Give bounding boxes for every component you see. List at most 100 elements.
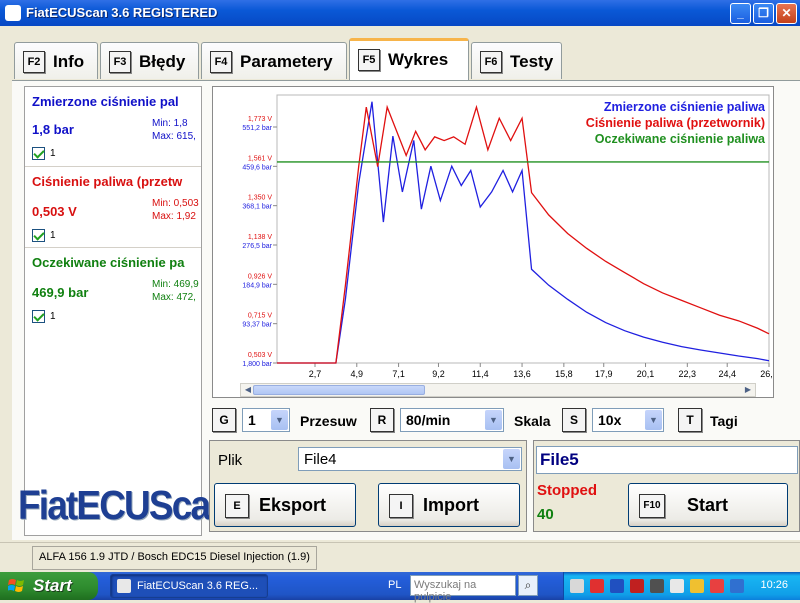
signal-check-label: 1 bbox=[50, 230, 56, 241]
y-tick-label-volts: 1,138 V bbox=[248, 234, 272, 241]
y-tick-label-bar: 93,37 bar bbox=[242, 322, 272, 329]
tray-app-icon[interactable] bbox=[610, 579, 624, 593]
r-select-value: 80/min bbox=[406, 412, 451, 428]
y-tick-label-bar: 551,2 bar bbox=[242, 125, 272, 132]
tab-testy[interactable]: F6 Testy bbox=[471, 42, 562, 79]
signal-check-label: 1 bbox=[50, 148, 56, 159]
signal-checkbox[interactable] bbox=[32, 147, 45, 160]
app-icon bbox=[5, 5, 21, 21]
taskbar-app-label: FiatECUScan 3.6 REG... bbox=[137, 580, 259, 592]
signal-min: Min: 0,503 bbox=[152, 198, 199, 209]
tray-app-icon[interactable] bbox=[710, 579, 724, 593]
x-tick-label: 22,3 bbox=[679, 369, 697, 379]
import-button[interactable]: I Import bbox=[378, 483, 520, 527]
signal-panel: Zmierzone ciśnienie pal 1,8 bar Min: 1,8… bbox=[24, 86, 202, 536]
taskbar-app-button[interactable]: FiatECUScan 3.6 REG... bbox=[110, 574, 268, 598]
r-select[interactable]: 80/min ▼ bbox=[400, 408, 504, 432]
legend-entry: Ciśnienie paliwa (przetwornik) bbox=[585, 116, 765, 130]
signal-item[interactable]: Zmierzone ciśnienie pal 1,8 bar Min: 1,8… bbox=[25, 87, 201, 167]
language-indicator[interactable]: PL bbox=[388, 579, 401, 591]
s-select[interactable]: 10x ▼ bbox=[592, 408, 664, 432]
tray-app-icon[interactable] bbox=[670, 579, 684, 593]
g-key-button[interactable]: G bbox=[212, 408, 236, 432]
chart-controls: G 1 ▼ Przesuw R 80/min ▼ Skala S 10x ▼ T Ta… bbox=[212, 406, 774, 434]
file-panel: Plik File4 ▼ E Eksport I Import bbox=[209, 440, 527, 532]
start-label: Start bbox=[687, 495, 729, 515]
maximize-button[interactable]: ❐ bbox=[753, 3, 774, 24]
signal-item[interactable]: Oczekiwane ciśnienie pa 469,9 bar Min: 4… bbox=[25, 248, 201, 329]
tray-app-icon[interactable] bbox=[690, 579, 704, 593]
vehicle-status: ALFA 156 1.9 JTD / Bosch EDC15 Diesel In… bbox=[32, 546, 317, 570]
f5-key-icon: F5 bbox=[358, 49, 380, 71]
g-select[interactable]: 1 ▼ bbox=[242, 408, 290, 432]
signal-name: Ciśnienie paliwa (przetw bbox=[32, 174, 183, 189]
signal-max: Max: 615, bbox=[152, 131, 196, 142]
close-button[interactable]: ✕ bbox=[776, 3, 797, 24]
r-key-button[interactable]: R bbox=[370, 408, 394, 432]
chart-panel: 1,773 V 551,2 bar 1,561 V 459,6 bar 1,350 V 3… bbox=[212, 86, 774, 398]
plik-select-value: File4 bbox=[304, 451, 337, 468]
tray-app-icon[interactable] bbox=[630, 579, 644, 593]
run-filename: File5 bbox=[536, 446, 798, 474]
tab-wykres[interactable]: F5 Wykres bbox=[349, 38, 469, 80]
windows-flag-icon bbox=[8, 579, 24, 592]
y-tick-label-volts: 1,561 V bbox=[248, 155, 272, 162]
chart-scrollbar[interactable]: ◀ ▶ bbox=[240, 383, 756, 397]
chevron-down-icon: ▼ bbox=[645, 410, 662, 430]
tab-bledy[interactable]: F3 Błędy bbox=[100, 42, 199, 79]
x-tick-label: 24,4 bbox=[718, 369, 736, 379]
tray-app-icon[interactable] bbox=[590, 579, 604, 593]
tagi-label: Tagi bbox=[710, 413, 738, 429]
y-tick-label-volts: 1,350 V bbox=[248, 195, 272, 202]
y-tick-label-bar: 368,1 bar bbox=[242, 204, 272, 211]
desktop-search-input[interactable]: Wyszukaj na pulpicie bbox=[410, 575, 516, 603]
f6-key-icon: F6 bbox=[480, 51, 502, 73]
search-icon[interactable]: ⌕ bbox=[518, 575, 538, 596]
y-tick-label-volts: 0,715 V bbox=[248, 313, 272, 320]
export-label: Eksport bbox=[259, 495, 327, 515]
signal-name: Zmierzone ciśnienie pal bbox=[32, 94, 179, 109]
tray-app-icon[interactable] bbox=[650, 579, 664, 593]
export-button[interactable]: E Eksport bbox=[214, 483, 356, 527]
signal-item[interactable]: Ciśnienie paliwa (przetw 0,503 V Min: 0,… bbox=[25, 167, 201, 248]
signal-checkbox[interactable] bbox=[32, 229, 45, 242]
e-key-icon: E bbox=[225, 494, 249, 518]
y-tick-label-volts: 0,503 V bbox=[248, 352, 272, 359]
chart-legend: Zmierzone ciśnienie paliwa Ciśnienie pal… bbox=[586, 99, 765, 147]
import-label: Import bbox=[423, 495, 479, 515]
plik-select[interactable]: File4 ▼ bbox=[298, 447, 522, 471]
przesuw-label: Przesuw bbox=[300, 413, 357, 429]
minimize-button[interactable]: _ bbox=[730, 3, 751, 24]
start-button-taskbar[interactable]: Start bbox=[0, 572, 98, 600]
scroll-right-icon[interactable]: ▶ bbox=[741, 384, 755, 396]
tab-label: Błędy bbox=[139, 52, 186, 71]
t-key-button[interactable]: T bbox=[678, 408, 702, 432]
signal-checkbox[interactable] bbox=[32, 310, 45, 323]
clock: 10:26 bbox=[760, 579, 788, 591]
x-tick-label: 13,6 bbox=[513, 369, 531, 379]
y-tick-label-volts: 1,773 V bbox=[248, 116, 272, 123]
scroll-thumb[interactable] bbox=[253, 385, 425, 395]
start-button[interactable]: F10 Start bbox=[628, 483, 788, 527]
legend-entry: Zmierzone ciśnienie paliwa bbox=[603, 100, 765, 114]
title-bar: FiatECUScan 3.6 REGISTERED _ ❐ ✕ bbox=[0, 0, 800, 26]
signal-value: 1,8 bar bbox=[32, 122, 74, 137]
tray-app-icon[interactable] bbox=[570, 579, 584, 593]
f3-key-icon: F3 bbox=[109, 51, 131, 73]
system-tray: 10:26 bbox=[563, 572, 800, 600]
i-key-icon: I bbox=[389, 494, 413, 518]
skala-label: Skala bbox=[514, 413, 551, 429]
x-tick-label: 2,7 bbox=[309, 369, 322, 379]
signal-value: 469,9 bar bbox=[32, 285, 89, 300]
s-key-button[interactable]: S bbox=[562, 408, 586, 432]
y-tick-label-bar: 276,5 bar bbox=[242, 243, 272, 250]
tab-parametery[interactable]: F4 Parametery bbox=[201, 42, 347, 79]
signal-max: Max: 1,92 bbox=[152, 211, 196, 222]
y-tick-label-volts: 0,926 V bbox=[248, 273, 272, 280]
tray-app-icon[interactable] bbox=[730, 579, 744, 593]
tab-info[interactable]: F2 Info bbox=[14, 42, 98, 79]
x-tick-label: 17,9 bbox=[595, 369, 613, 379]
chevron-down-icon: ▼ bbox=[485, 410, 502, 430]
tab-label: Testy bbox=[510, 52, 554, 71]
y-tick-label-bar: 1,800 bar bbox=[242, 361, 272, 368]
